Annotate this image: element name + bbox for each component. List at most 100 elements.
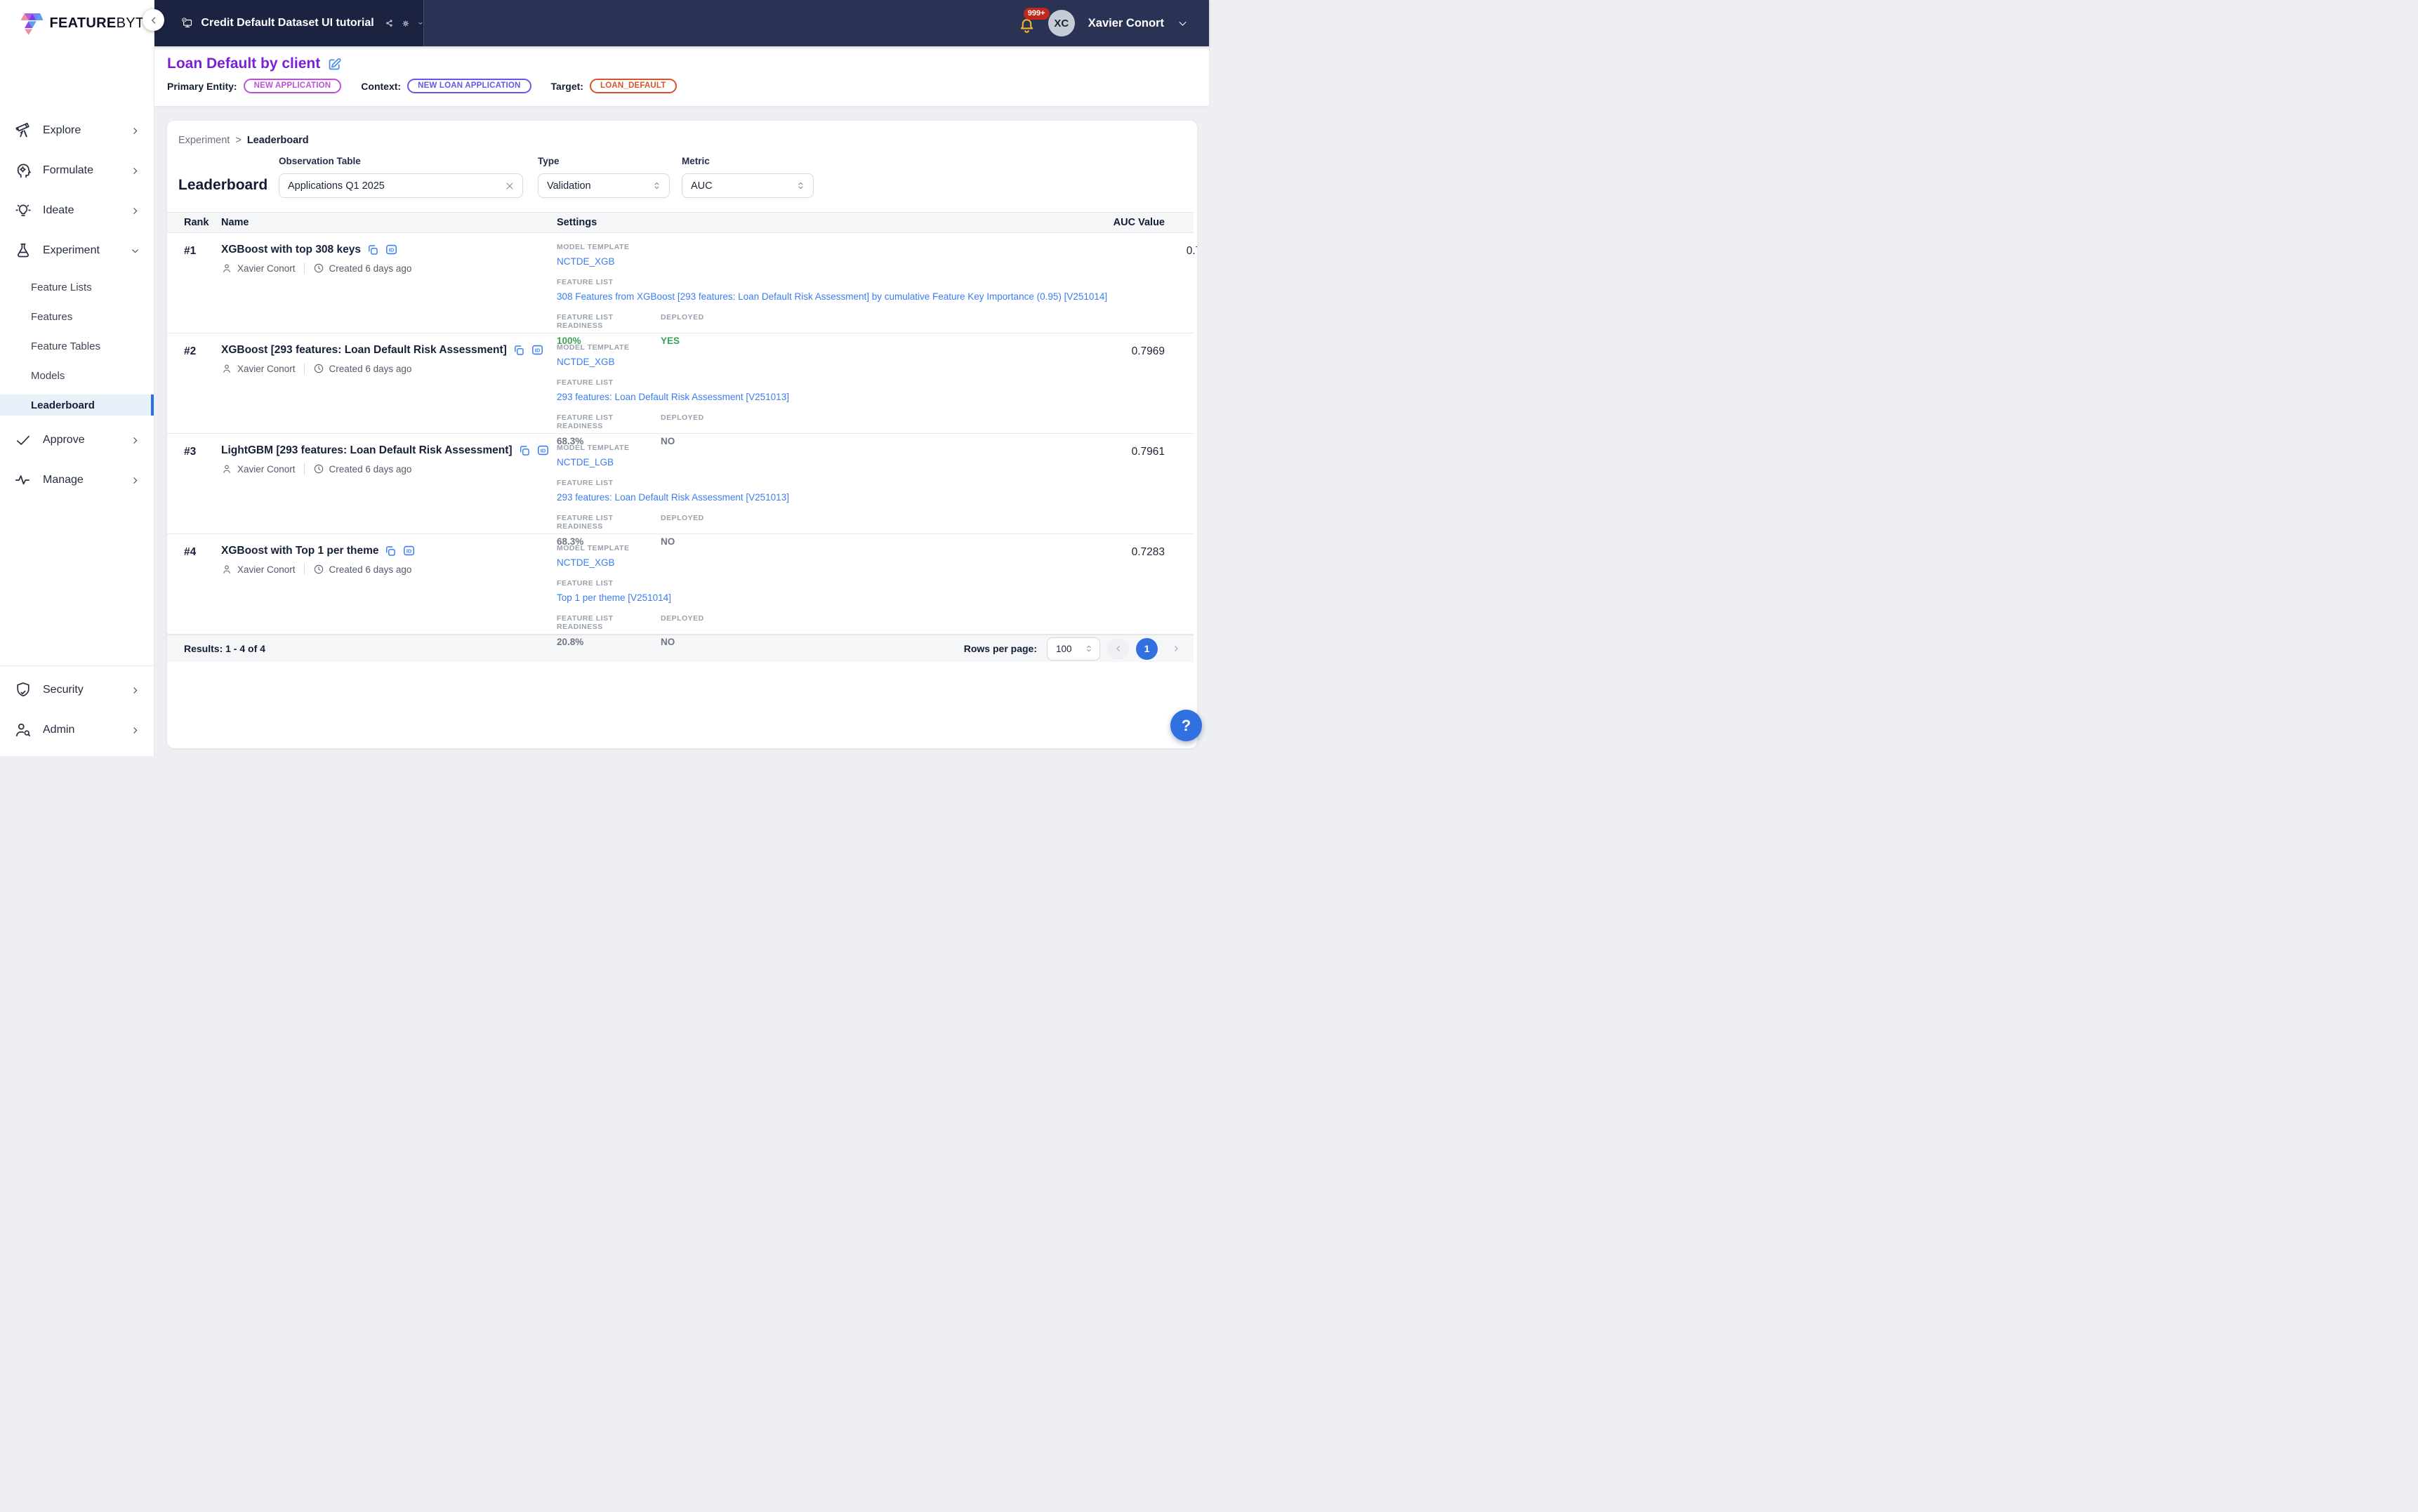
- readiness-label: FEATURE LIST READINESS: [557, 313, 661, 330]
- readiness-label: FEATURE LIST READINESS: [557, 413, 661, 430]
- table-row: #1 XGBoost with top 308 keys ID Xavier C…: [167, 233, 1194, 333]
- observation-table-input[interactable]: [288, 180, 504, 192]
- chevron-right-icon: [131, 166, 140, 175]
- feature-list-label: FEATURE LIST: [557, 278, 1107, 286]
- primary-entity-badge[interactable]: NEW APPLICATION: [244, 79, 342, 93]
- context-badge[interactable]: NEW LOAN APPLICATION: [407, 79, 531, 93]
- chevron-down-icon[interactable]: [418, 18, 423, 28]
- model-template-link[interactable]: NCTDE_LGB: [557, 457, 1052, 467]
- copy-icon[interactable]: [518, 444, 531, 457]
- feature-list-link[interactable]: 293 features: Loan Default Risk Assessme…: [557, 392, 1052, 402]
- sidebar-item-admin[interactable]: Admin: [0, 716, 154, 744]
- row-created: Created 6 days ago: [329, 364, 412, 374]
- sidebar-collapse-button[interactable]: [143, 9, 164, 31]
- pulse-icon: [14, 471, 32, 489]
- help-button[interactable]: ?: [1170, 710, 1202, 741]
- sidebar-item-feature-tables[interactable]: Feature Tables: [0, 336, 154, 357]
- id-icon[interactable]: ID: [402, 544, 416, 557]
- rank-cell: #3: [184, 444, 221, 547]
- sidebar-item-leaderboard[interactable]: Leaderboard: [0, 394, 154, 416]
- model-template-link[interactable]: NCTDE_XGB: [557, 357, 1052, 367]
- next-page-button[interactable]: [1165, 638, 1187, 660]
- leaderboard-heading: Leaderboard: [178, 177, 267, 194]
- sidebar-item-ideate[interactable]: Ideate: [0, 197, 154, 225]
- auc-value-cell: 0.7990: [1107, 243, 1197, 346]
- page-1-button[interactable]: 1: [1136, 638, 1158, 660]
- sidebar-item-feature-lists[interactable]: Feature Lists: [0, 277, 154, 298]
- model-template-label: MODEL TEMPLATE: [557, 544, 1052, 552]
- project-selector[interactable]: Credit Default Dataset UI tutorial: [154, 0, 424, 46]
- previous-page-button[interactable]: [1107, 638, 1129, 660]
- type-label: Type: [538, 156, 670, 166]
- copy-icon[interactable]: [366, 244, 379, 256]
- primary-entity-group: Primary Entity: NEW APPLICATION: [167, 79, 341, 93]
- sidebar-item-approve[interactable]: Approve: [0, 426, 154, 454]
- meta-divider: [304, 363, 305, 374]
- rows-per-page-label: Rows per page:: [964, 643, 1037, 654]
- sidebar-item-label: Ideate: [43, 204, 120, 217]
- model-template-link[interactable]: NCTDE_XGB: [557, 557, 1052, 568]
- notifications-button[interactable]: 999+: [1018, 13, 1038, 34]
- deployed-label: DEPLOYED: [661, 514, 1052, 531]
- id-icon[interactable]: ID: [536, 444, 550, 457]
- edit-pencil-icon[interactable]: [327, 57, 342, 72]
- share-icon[interactable]: [385, 16, 393, 30]
- breadcrumb-separator: >: [235, 135, 241, 146]
- metric-filter: Metric AUC: [682, 156, 814, 198]
- name-cell: LightGBM [293 features: Loan Default Ris…: [221, 444, 557, 547]
- metric-select[interactable]: AUC: [682, 173, 814, 198]
- sidebar-item-explore[interactable]: Explore: [0, 117, 154, 145]
- select-updown-icon: [652, 180, 662, 191]
- entity-pills-row: Primary Entity: NEW APPLICATION Context:…: [167, 79, 1209, 93]
- sidebar-item-models[interactable]: Models: [0, 365, 154, 386]
- clear-icon[interactable]: [504, 180, 515, 192]
- shield-icon: [14, 681, 32, 699]
- model-template-label: MODEL TEMPLATE: [557, 343, 1052, 352]
- primary-entity-label: Primary Entity:: [167, 81, 237, 92]
- id-icon[interactable]: ID: [531, 343, 544, 357]
- copy-icon[interactable]: [384, 545, 397, 557]
- sidebar-item-manage[interactable]: Manage: [0, 466, 154, 494]
- chevron-down-icon[interactable]: [1177, 18, 1188, 29]
- clock-icon: [313, 263, 324, 274]
- sidebar-item-label: Explore: [43, 124, 120, 137]
- user-search-icon: [14, 721, 32, 739]
- sidebar-item-features[interactable]: Features: [0, 306, 154, 327]
- monitor-check-icon: [182, 13, 192, 33]
- breadcrumb-current: Leaderboard: [247, 135, 309, 146]
- feature-list-link[interactable]: 293 features: Loan Default Risk Assessme…: [557, 492, 1052, 503]
- experiment-name-link[interactable]: XGBoost with Top 1 per theme: [221, 545, 378, 557]
- copy-icon[interactable]: [513, 344, 525, 357]
- feature-list-link[interactable]: Top 1 per theme [V251014]: [557, 592, 1052, 603]
- svg-text:ID: ID: [540, 447, 546, 453]
- feature-list-label: FEATURE LIST: [557, 378, 1052, 387]
- avatar[interactable]: XC: [1048, 10, 1075, 37]
- name-cell: XGBoost with Top 1 per theme ID Xavier C…: [221, 544, 557, 647]
- user-icon: [221, 463, 232, 475]
- sidebar-item-security[interactable]: Security: [0, 676, 154, 704]
- check-icon: [14, 431, 32, 449]
- sidebar-item-experiment[interactable]: Experiment: [0, 237, 154, 265]
- user-icon: [221, 564, 232, 575]
- target-badge[interactable]: LOAN_DEFAULT: [590, 79, 677, 93]
- sidebar-item-label: Experiment: [43, 244, 120, 257]
- model-template-link[interactable]: NCTDE_XGB: [557, 256, 1107, 267]
- leaderboard-card: Experiment > Leaderboard Leaderboard Obs…: [167, 121, 1197, 748]
- type-select[interactable]: Validation: [538, 173, 670, 198]
- settings-cell: MODEL TEMPLATE NCTDE_XGB FEATURE LIST 30…: [557, 243, 1107, 346]
- breadcrumb-parent[interactable]: Experiment: [178, 135, 230, 146]
- id-icon[interactable]: ID: [385, 243, 398, 256]
- rows-per-page-select[interactable]: 100: [1047, 637, 1100, 661]
- row-created: Created 6 days ago: [329, 263, 412, 274]
- experiment-name-link[interactable]: LightGBM [293 features: Loan Default Ris…: [221, 444, 513, 457]
- chevron-left-icon: [1114, 644, 1123, 653]
- column-header-settings: Settings: [557, 217, 1052, 228]
- chevron-left-icon: [149, 15, 159, 25]
- experiment-name-link[interactable]: XGBoost with top 308 keys: [221, 244, 361, 256]
- target-group: Target: LOAN_DEFAULT: [551, 79, 677, 93]
- feature-list-link[interactable]: 308 Features from XGBoost [293 features:…: [557, 291, 1107, 302]
- sidebar-item-formulate[interactable]: Formulate: [0, 157, 154, 185]
- model-template-label: MODEL TEMPLATE: [557, 243, 1107, 251]
- experiment-name-link[interactable]: XGBoost [293 features: Loan Default Risk…: [221, 344, 507, 357]
- settings-gear-icon[interactable]: [402, 16, 410, 31]
